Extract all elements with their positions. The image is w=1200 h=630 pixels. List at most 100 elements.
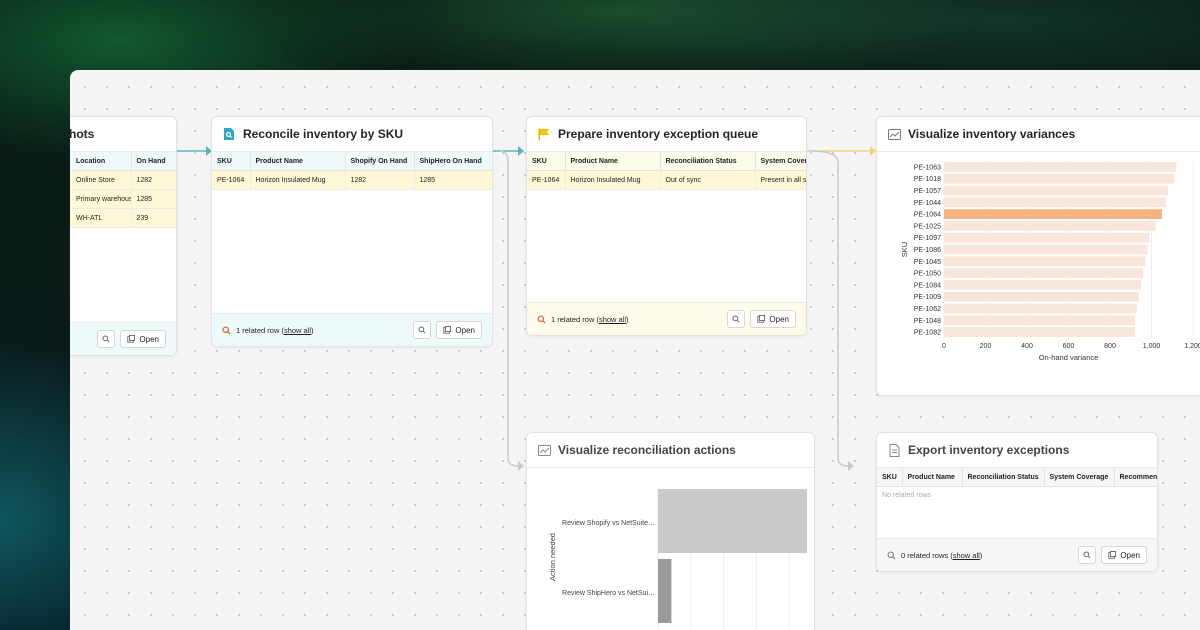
card-inventory-snapshots[interactable]: hots Location On Hand Online Store 1282 … [70, 116, 177, 356]
bar [944, 280, 1142, 290]
column-header[interactable]: Shopify On Hand [345, 152, 415, 171]
column-header[interactable]: Reconciliation Status [660, 152, 756, 171]
table-row[interactable]: PE-1064 Horizon Insulated Mug 1282 1285 [212, 170, 492, 190]
card-visualize-actions[interactable]: Visualize reconciliation actions Review … [526, 432, 815, 630]
card-title-text: Prepare inventory exception queue [558, 127, 759, 141]
show-all-link[interactable]: show all [599, 315, 626, 324]
y-tick-label: Review ShipHero vs NetSui… [562, 590, 655, 597]
edge-queue-export [809, 150, 849, 467]
search-icon [1083, 551, 1091, 559]
card-title: Prepare inventory exception queue [527, 117, 806, 152]
card-export-exceptions[interactable]: Export inventory exceptions SKU Product … [876, 432, 1158, 572]
chart-icon [537, 443, 551, 457]
search-button[interactable] [1078, 546, 1097, 564]
y-tick-label: PE-1050 [914, 271, 941, 278]
table-row[interactable]: Online Store 1282 [70, 170, 176, 190]
exception-queue-table: SKU Product Name Reconciliation Status S… [527, 152, 806, 190]
card-title: hots [70, 117, 176, 152]
document-icon [887, 443, 901, 457]
card-title: Export inventory exceptions [877, 433, 1157, 468]
column-header[interactable]: System Coverage [755, 152, 806, 171]
related-rows-text: 1 related row (show all) [551, 314, 629, 324]
search-icon [887, 550, 896, 560]
search-icon [418, 326, 426, 334]
y-tick-label: PE-1048 [914, 318, 941, 325]
card-title: Reconcile inventory by SKU [212, 117, 492, 152]
show-all-link[interactable]: show all [953, 551, 980, 560]
open-button[interactable]: Open [120, 330, 166, 348]
table-row[interactable]: Primary warehouse 1285 [70, 189, 176, 209]
x-tick-label: 800 [1104, 343, 1116, 350]
column-header[interactable]: SKU [212, 152, 251, 171]
search-icon [537, 314, 546, 324]
card-title: Visualize reconciliation actions [527, 433, 814, 468]
column-header[interactable]: Product Name [250, 152, 346, 171]
open-icon [757, 315, 766, 323]
bar [944, 315, 1135, 326]
x-tick-label: 600 [1063, 343, 1075, 350]
bar [944, 268, 1144, 278]
related-rows-text: 1 related row (show all) [236, 325, 314, 335]
table-row[interactable]: WH-ATL 239 [70, 208, 176, 228]
variance-bar-chart: 0 200 400 600 800 1,000 1,200 PE-1063 PE-1018 PE-… [900, 161, 1200, 362]
bar [944, 185, 1169, 196]
column-header[interactable]: Location [70, 152, 132, 171]
column-header[interactable]: SKU [527, 152, 566, 171]
y-tick-label: PE-1082 [914, 330, 941, 337]
x-axis-label: On-hand variance [1039, 353, 1099, 362]
search-button[interactable] [727, 310, 746, 328]
y-axis-label: SKU [900, 242, 909, 257]
y-tick-label: PE-1045 [914, 259, 941, 266]
card-visualize-variances[interactable]: Visualize inventory variances 0 200 400 600… [876, 116, 1200, 396]
table-cell: WH-ATL [70, 208, 132, 228]
x-tick-label: 1,200 [1184, 343, 1200, 350]
workflow-canvas[interactable]: hots Location On Hand Online Store 1282 … [70, 70, 1200, 630]
open-button[interactable]: Open [436, 321, 482, 339]
edge-arrow [848, 461, 854, 471]
bar [944, 162, 1177, 172]
open-button[interactable]: Open [750, 310, 796, 328]
open-label: Open [455, 325, 475, 335]
show-all-link[interactable]: show all [284, 326, 311, 335]
open-button[interactable]: Open [1101, 546, 1147, 564]
table-cell: 1285 [131, 189, 176, 209]
table-row[interactable]: PE-1064 Horizon Insulated Mug Out of syn… [527, 170, 806, 190]
card-title-text: Export inventory exceptions [908, 443, 1070, 457]
bar [944, 173, 1175, 184]
x-tick-label: 200 [980, 343, 992, 350]
y-tick-label: PE-1063 [914, 164, 941, 171]
column-header[interactable]: On Hand [131, 152, 176, 171]
reconcile-table: SKU Product Name Shopify On Hand ShipHer… [212, 152, 492, 190]
card-exception-queue[interactable]: Prepare inventory exception queue SKU Pr… [526, 116, 807, 336]
y-tick-label: PE-1057 [914, 188, 941, 195]
y-tick-label: PE-1018 [914, 176, 941, 183]
column-header[interactable]: System Coverage [1044, 468, 1115, 487]
search-button[interactable] [97, 330, 116, 348]
bar [944, 209, 1162, 219]
open-icon [443, 326, 452, 334]
column-header[interactable]: SKU [877, 468, 903, 487]
card-footer: 1 related row (show all) Open [527, 302, 806, 335]
column-header[interactable]: ShipHero On Hand [414, 152, 492, 171]
card-title-text: Reconcile inventory by SKU [243, 127, 404, 141]
bar [944, 303, 1137, 314]
column-header[interactable]: Reconciliation Status [962, 468, 1045, 487]
column-header[interactable]: Recommended [1114, 468, 1157, 487]
x-tick-label: 1,000 [1143, 343, 1161, 350]
search-icon [222, 325, 231, 335]
edge-arrow [518, 146, 524, 156]
search-button[interactable] [413, 321, 432, 339]
bar [944, 256, 1146, 267]
y-tick-label: PE-1086 [914, 247, 941, 254]
chart-icon [887, 127, 901, 141]
y-tick-label: Review Shopify vs NetSuite… [562, 520, 655, 527]
empty-state-text: No related rows [882, 492, 932, 499]
column-header[interactable]: Product Name [902, 468, 963, 487]
reconcile-node-icon [222, 127, 236, 141]
edge-queue-actions [499, 150, 519, 467]
card-reconcile-inventory[interactable]: Reconcile inventory by SKU SKU Product N… [211, 116, 493, 347]
table-cell: 239 [131, 208, 176, 228]
table-cell: 1282 [131, 170, 176, 190]
column-header[interactable]: Product Name [565, 152, 661, 171]
bar [944, 327, 1135, 337]
